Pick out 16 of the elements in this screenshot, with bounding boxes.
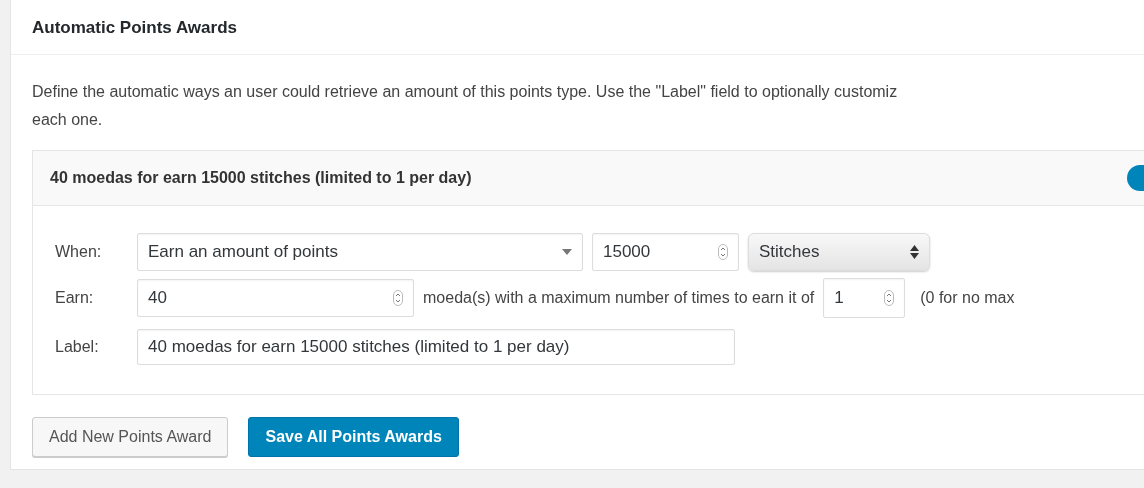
field-label: Earn: xyxy=(55,289,95,307)
points-type-select[interactable]: Stitches xyxy=(748,233,930,271)
save-button[interactable]: Save All Points Awards xyxy=(248,417,459,457)
award-title: 40 moedas for earn 15000 stitches (limited to 1 per day) xyxy=(50,169,472,187)
earn-amount-input[interactable]: 40 xyxy=(137,279,414,317)
earn-text: moeda(s) with a maximum number of times to earn it of xyxy=(423,289,815,307)
field-label: When: xyxy=(55,243,103,261)
points-amount-input[interactable]: 15000 xyxy=(592,233,739,271)
trigger-select[interactable]: Earn an amount of points xyxy=(137,233,583,271)
limit-note: (0 for no max xyxy=(920,289,1015,307)
add-button[interactable]: Add New Points Award xyxy=(32,417,229,457)
limit-input[interactable]: 1 xyxy=(823,278,906,318)
section-title: Automatic Points Awards xyxy=(11,0,1144,55)
field-label: Label: xyxy=(55,338,100,356)
label-input[interactable]: 40 moedas for earn 15000 stitches (limited to 1 per day) xyxy=(137,329,735,365)
section-description: Define the automatic ways an user could retrieve an amount of this points type. Use the "Label" field to optionally customiz each one. xyxy=(31,82,899,130)
